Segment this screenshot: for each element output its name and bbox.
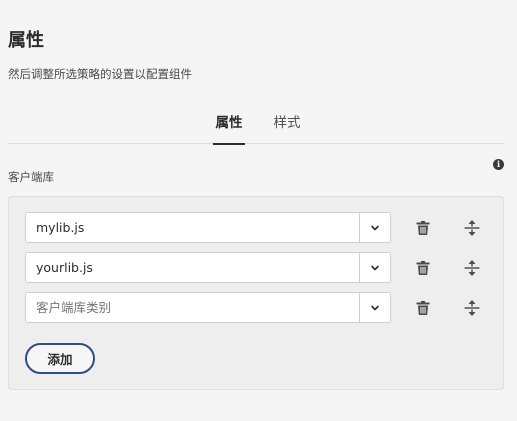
library-combobox <box>25 292 391 323</box>
reorder-handle[interactable] <box>460 216 484 240</box>
trash-icon <box>416 301 430 315</box>
add-button[interactable]: 添加 <box>25 343 95 374</box>
library-row <box>25 292 495 323</box>
library-input[interactable] <box>26 253 360 282</box>
library-row <box>25 252 495 283</box>
client-library-panel: 添加 <box>8 196 504 390</box>
tab-styles[interactable]: 样式 <box>272 111 302 144</box>
move-vertical-icon <box>464 220 480 236</box>
library-input[interactable] <box>26 293 360 322</box>
trash-icon <box>416 261 430 275</box>
delete-button[interactable] <box>411 216 435 240</box>
library-combobox <box>25 252 391 283</box>
page-subtitle: 然后调整所选策略的设置以配置组件 <box>8 67 192 81</box>
info-icon[interactable]: i <box>493 159 504 170</box>
section-label: 客户端库 <box>8 170 54 184</box>
dropdown-toggle-button[interactable] <box>359 213 390 242</box>
page-title: 属性 <box>8 30 44 51</box>
tab-properties[interactable]: 属性 <box>213 111 245 145</box>
chevron-down-icon <box>371 305 379 310</box>
chevron-down-icon <box>371 265 379 270</box>
move-vertical-icon <box>464 260 480 276</box>
reorder-handle[interactable] <box>460 256 484 280</box>
dropdown-toggle-button[interactable] <box>359 253 390 282</box>
tab-bar: 属性 样式 <box>8 107 504 145</box>
delete-button[interactable] <box>411 296 435 320</box>
chevron-down-icon <box>371 225 379 230</box>
library-row <box>25 212 495 243</box>
library-input[interactable] <box>26 213 360 242</box>
library-combobox <box>25 212 391 243</box>
delete-button[interactable] <box>411 256 435 280</box>
reorder-handle[interactable] <box>460 296 484 320</box>
trash-icon <box>416 221 430 235</box>
dropdown-toggle-button[interactable] <box>359 293 390 322</box>
move-vertical-icon <box>464 300 480 316</box>
